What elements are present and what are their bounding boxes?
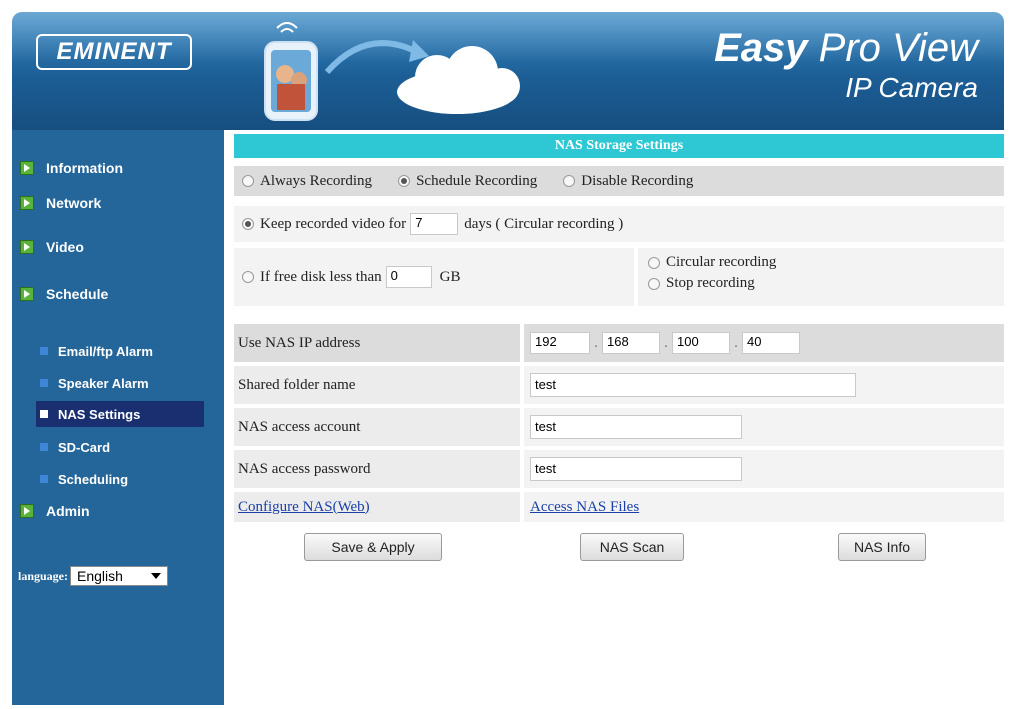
page-title: NAS Storage Settings [234,134,1004,158]
language-label: language: [18,568,69,583]
mode-always-option[interactable]: Always Recording [242,173,372,190]
free-disk-input[interactable]: 0 [385,266,432,288]
green-arrow-bullet-icon [20,287,34,301]
phone-cloud-illustration [264,22,520,121]
option-circular-recording[interactable]: Circular recording [648,254,1004,271]
ip-octet-4-input[interactable]: 40 [742,332,800,354]
app-frame: EMINENT Easy Pro View IP Camera Informat… [12,12,1004,705]
free-disk-row: If free disk less than 0 GB Circular rec… [234,248,1004,306]
nav-information[interactable]: Information [20,160,123,176]
radio-circular-recording[interactable] [648,256,660,269]
green-arrow-bullet-icon [20,504,34,518]
phone-family-icon [264,22,318,121]
blue-square-bullet-icon [40,475,48,483]
language-selector-row: language: English [18,566,169,586]
radio-stop-recording[interactable] [648,277,660,290]
subnav-sd-card[interactable]: SD-Card [36,434,204,460]
subnav-speaker-alarm[interactable]: Speaker Alarm [36,370,204,396]
shared-folder-row: Shared folder name test [234,366,1004,404]
nas-account-label: NAS access account [238,418,361,435]
brand-subtitle: IP Camera [845,72,978,103]
mode-schedule-option[interactable]: Schedule Recording [398,173,537,190]
brand-title: Easy Pro View [714,26,978,70]
subnav-email-ftp-alarm[interactable]: Email/ftp Alarm [36,338,204,364]
nas-password-row: NAS access password test [234,450,1004,488]
shared-folder-label: Shared folder name [238,376,356,393]
nas-ip-label: Use NAS IP address [238,334,361,351]
mode-disable-option[interactable]: Disable Recording [563,173,693,190]
access-nas-files-link[interactable]: Access NAS Files [530,499,639,516]
nas-info-button[interactable]: NAS Info [838,533,926,561]
subnav-nas-settings[interactable]: NAS Settings [36,401,204,427]
green-arrow-bullet-icon [20,240,34,254]
recording-mode-row: Always Recording Schedule Recording Disa… [234,166,1004,196]
green-arrow-bullet-icon [20,196,34,210]
nas-password-label: NAS access password [238,460,371,477]
language-select[interactable]: English [70,566,169,586]
nas-scan-button[interactable]: NAS Scan [580,533,684,561]
nas-account-row: NAS access account test [234,408,1004,446]
nas-password-input[interactable]: test [530,457,742,481]
header-banner: EMINENT Easy Pro View IP Camera [12,12,1004,130]
shared-folder-input[interactable]: test [530,373,856,397]
blue-square-bullet-icon [40,443,48,451]
option-stop-recording[interactable]: Stop recording [648,275,1004,292]
blue-square-bullet-icon [40,410,48,418]
green-arrow-bullet-icon [20,161,34,175]
save-apply-button[interactable]: Save & Apply [304,533,442,561]
blue-square-bullet-icon [40,379,48,387]
nav-video[interactable]: Video [20,239,84,255]
sidebar: Information Network Video Schedule Email… [12,130,224,705]
eminent-logo: EMINENT [36,34,192,70]
keep-video-row: Keep recorded video for 7 days ( Circula… [234,206,1004,242]
radio-always-recording[interactable] [242,175,254,188]
nas-account-input[interactable]: test [530,415,742,439]
ip-octet-3-input[interactable]: 100 [672,332,730,354]
nav-admin[interactable]: Admin [20,503,90,519]
configure-nas-link[interactable]: Configure NAS(Web) [238,499,370,516]
ip-octet-1-input[interactable]: 192 [530,332,590,354]
radio-free-disk[interactable] [242,271,254,283]
radio-disable-recording[interactable] [563,175,576,188]
nas-ip-row: Use NAS IP address 192 . 168 . 100 . 40 [234,324,1004,362]
nas-links-row: Configure NAS(Web) Access NAS Files [234,492,1004,522]
ip-octet-2-input[interactable]: 168 [602,332,660,354]
radio-keep-video[interactable] [242,218,254,230]
dropdown-arrow-icon [151,573,162,579]
keep-days-input[interactable]: 7 [410,213,459,235]
nav-schedule[interactable]: Schedule [20,286,108,302]
subnav-scheduling[interactable]: Scheduling [36,466,204,492]
nav-network[interactable]: Network [20,195,101,211]
blue-square-bullet-icon [40,347,48,355]
sync-arrow-icon [324,40,429,74]
radio-schedule-recording[interactable] [398,175,411,188]
